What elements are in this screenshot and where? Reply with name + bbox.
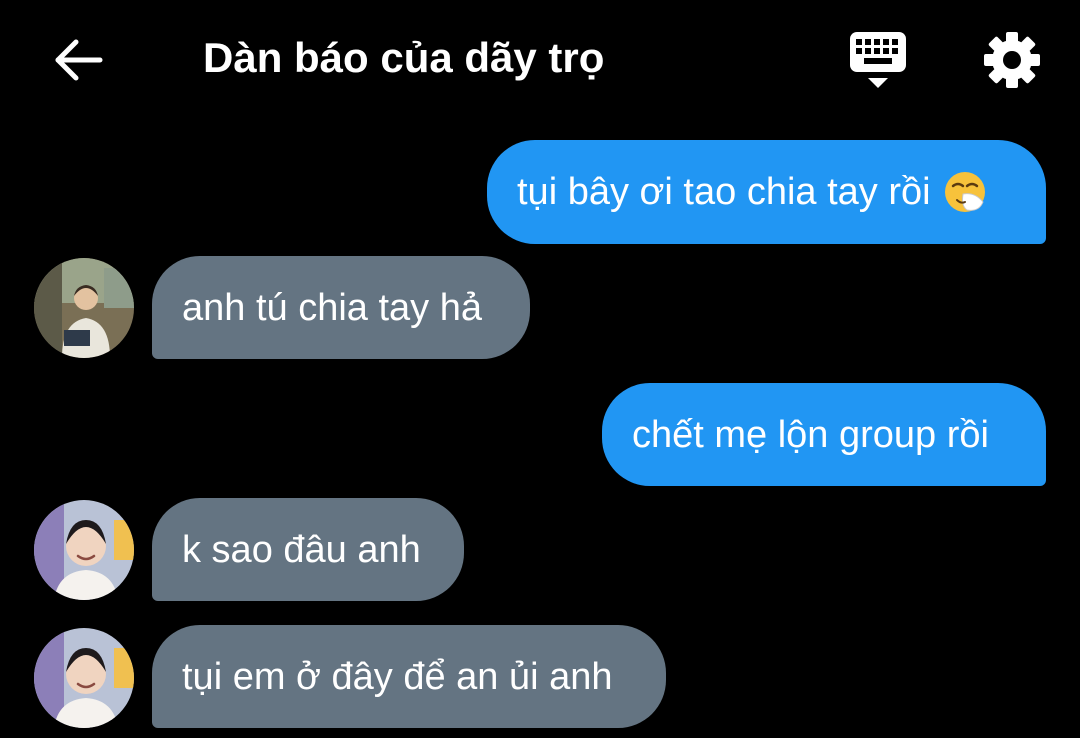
message-bubble-incoming[interactable]: anh tú chia tay hả <box>152 256 530 359</box>
back-button[interactable] <box>48 30 108 90</box>
message-bubble-incoming[interactable]: k sao đâu anh <box>152 498 464 601</box>
chat-title: Dàn báo của dãy trọ <box>203 34 605 81</box>
settings-button[interactable] <box>982 30 1042 90</box>
sneezing-face-emoji <box>944 172 985 212</box>
message-bubble-outgoing[interactable]: tụi bây ơi tao chia tay rồi <box>487 140 1046 244</box>
avatar-friend-1[interactable] <box>34 258 134 358</box>
keyboard-toggle-button[interactable] <box>846 28 910 92</box>
message-text: tụi bây ơi tao chia tay rồi <box>517 171 931 213</box>
chat-header: Dàn báo của dãy trọ <box>0 0 1080 115</box>
avatar-photo <box>34 258 134 358</box>
message-text: anh tú chia tay hả <box>182 286 482 329</box>
avatar-friend-2[interactable] <box>34 628 134 728</box>
message-text: tụi em ở đây để an ủi anh <box>182 655 613 698</box>
message-bubble-outgoing[interactable]: chết mẹ lộn group rồi <box>602 383 1046 486</box>
message-bubble-incoming[interactable]: tụi em ở đây để an ủi anh <box>152 625 666 728</box>
message-text: k sao đâu anh <box>182 528 421 571</box>
avatar-photo <box>34 628 134 728</box>
message-text: chết mẹ lộn group rồi <box>632 413 989 456</box>
arrow-left-icon <box>55 39 103 81</box>
gear-icon <box>984 32 1040 88</box>
avatar-photo <box>34 500 134 600</box>
avatar-friend-2[interactable] <box>34 500 134 600</box>
keyboard-toggle-icon <box>850 32 906 88</box>
